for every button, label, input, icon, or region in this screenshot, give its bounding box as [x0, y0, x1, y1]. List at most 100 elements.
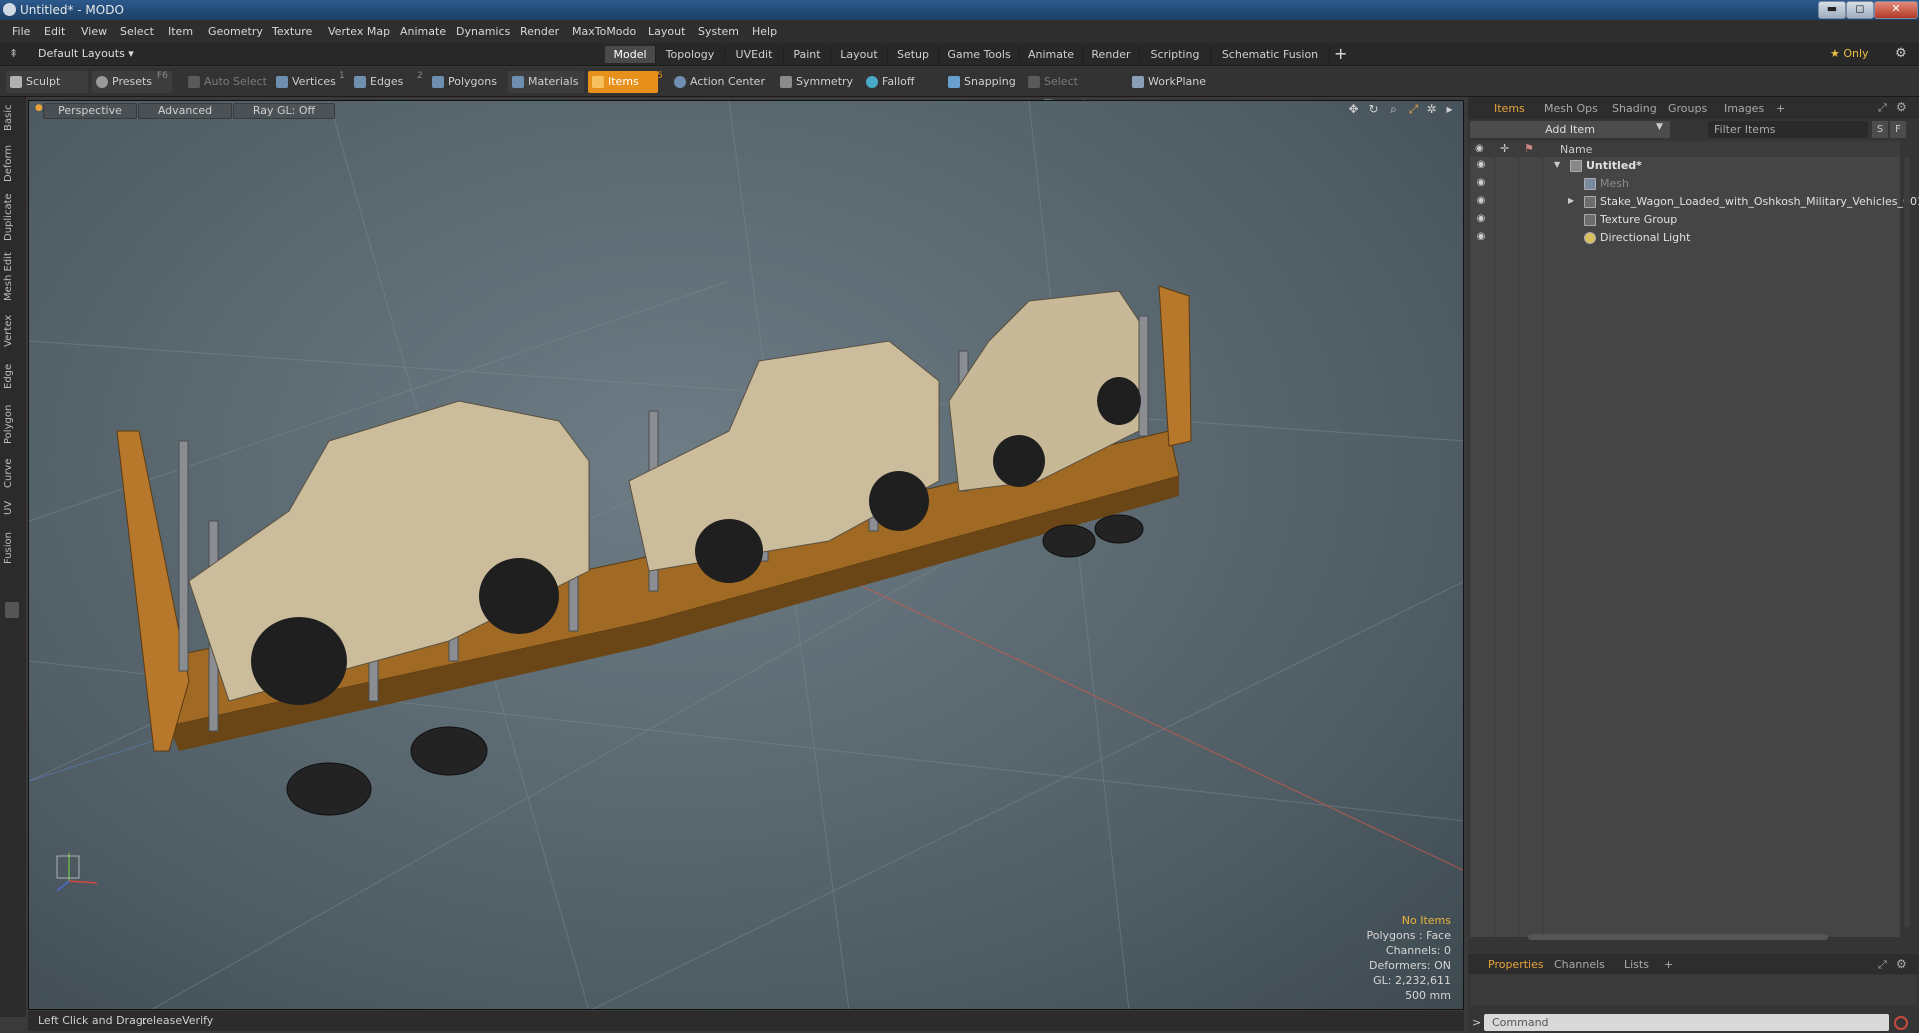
menu-select[interactable]: Select	[120, 25, 154, 38]
tab-lists[interactable]: Lists	[1624, 957, 1649, 973]
tab-topology[interactable]: Topology	[656, 46, 725, 63]
vtab-mesh-edit[interactable]: Mesh Edit	[3, 251, 21, 303]
tab-animate[interactable]: Animate	[1020, 46, 1083, 63]
filter-f-button[interactable]: F	[1890, 121, 1906, 138]
filter-s-button[interactable]: S	[1872, 121, 1888, 138]
panel-expand-icon[interactable]: ⤢	[1878, 101, 1887, 115]
layout-preset-dropdown[interactable]: Default Layouts ▾	[38, 47, 134, 60]
menu-geometry[interactable]: Geometry	[208, 25, 263, 38]
tab-scripting[interactable]: Scripting	[1140, 46, 1211, 63]
tree-row-scene[interactable]: ◉ ▼ Untitled*	[1470, 157, 1900, 175]
gear-icon[interactable]: ⚙	[1895, 46, 1907, 61]
tab-images[interactable]: Images	[1724, 101, 1764, 117]
eye-icon[interactable]: ◉	[1475, 232, 1487, 242]
visibility-column-icon[interactable]: ◉	[1475, 143, 1484, 154]
layout-pin-icon[interactable]: ⇞	[9, 47, 18, 60]
menu-help[interactable]: Help	[752, 25, 777, 38]
pan-icon[interactable]: ✥	[1347, 103, 1360, 116]
3d-viewport[interactable]: ● Perspective Advanced Ray GL: Off ✥ ↻ ⌕…	[28, 100, 1464, 1010]
menu-edit[interactable]: Edit	[44, 25, 65, 38]
vtab-fusion[interactable]: Fusion	[3, 527, 21, 569]
only-toggle[interactable]: ★ Only	[1830, 47, 1869, 60]
symmetry-button[interactable]: Symmetry	[776, 71, 853, 93]
close-button[interactable]: ✕	[1874, 1, 1918, 19]
polygons-button[interactable]: Polygons	[428, 71, 500, 93]
filter-items-input[interactable]: Filter Items	[1708, 121, 1868, 138]
menu-view[interactable]: View	[81, 25, 107, 38]
menu-dynamics[interactable]: Dynamics	[456, 25, 510, 38]
tree-row-directional-light[interactable]: ◉ Directional Light	[1470, 229, 1900, 247]
tab-model[interactable]: Model	[605, 46, 656, 63]
falloff-button[interactable]: Falloff	[862, 71, 926, 93]
sculpt-button[interactable]: Sculpt	[6, 71, 88, 93]
snapping-button[interactable]: Snapping	[944, 71, 1016, 93]
eye-icon[interactable]: ◉	[1475, 214, 1487, 224]
menu-render[interactable]: Render	[520, 25, 559, 38]
vertices-button[interactable]: Vertices	[272, 71, 340, 93]
lock-column-icon[interactable]: ✛	[1500, 142, 1509, 155]
type-column-icon[interactable]: ⚑	[1524, 142, 1534, 155]
viewport-expand-icon[interactable]: ▸	[1443, 103, 1456, 116]
eye-icon[interactable]: ◉	[1475, 178, 1487, 188]
tab-groups[interactable]: Groups	[1668, 101, 1707, 117]
auto-select-button[interactable]: Auto Select	[184, 71, 270, 93]
raygl-toggle[interactable]: Ray GL: Off	[233, 103, 335, 119]
minimize-button[interactable]: ▬	[1818, 1, 1846, 19]
menu-item[interactable]: Item	[168, 25, 193, 38]
edges-button[interactable]: Edges	[350, 71, 412, 93]
add-layout-tab-button[interactable]: +	[1334, 44, 1347, 63]
items-button[interactable]: Items	[588, 71, 658, 93]
shading-mode-button[interactable]: Advanced	[138, 103, 232, 119]
command-history-icon[interactable]	[1894, 1016, 1908, 1030]
tree-row-mesh[interactable]: ◉ Mesh	[1470, 175, 1900, 193]
action-center-button[interactable]: Action Center	[670, 71, 770, 93]
add-properties-tab-button[interactable]: +	[1664, 957, 1673, 973]
menu-animate[interactable]: Animate	[400, 25, 446, 38]
workplane-button[interactable]: WorkPlane	[1128, 71, 1208, 93]
expand-arrow-icon[interactable]: ▶	[1568, 196, 1574, 205]
tab-game-tools[interactable]: Game Tools	[939, 46, 1020, 63]
tabs-collapse-button[interactable]	[5, 602, 19, 618]
tab-schematic-fusion[interactable]: Schematic Fusion	[1211, 46, 1330, 63]
command-input[interactable]: Command	[1484, 1014, 1889, 1031]
vtab-edge[interactable]: Edge	[3, 359, 21, 393]
menu-system[interactable]: System	[698, 25, 739, 38]
maximize-button[interactable]: ◻	[1846, 1, 1874, 19]
menu-file[interactable]: File	[12, 25, 30, 38]
panel-gear-icon[interactable]: ⚙	[1896, 100, 1907, 114]
add-tab-button[interactable]: +	[1776, 101, 1785, 117]
tree-row-texture-group[interactable]: ◉ Texture Group	[1470, 211, 1900, 229]
viewport-settings-icon[interactable]: ✲	[1425, 103, 1438, 116]
tab-items[interactable]: Items	[1494, 101, 1525, 117]
select-through-button[interactable]: Select Through	[1024, 71, 1120, 110]
properties-expand-icon[interactable]: ⤢	[1878, 958, 1887, 972]
tab-render[interactable]: Render	[1083, 46, 1140, 63]
name-column-header[interactable]: Name	[1560, 143, 1592, 156]
tab-paint[interactable]: Paint	[784, 46, 831, 63]
menu-maxtomodo[interactable]: MaxToModo	[572, 25, 636, 38]
properties-gear-icon[interactable]: ⚙	[1896, 957, 1907, 971]
vtab-vertex[interactable]: Vertex	[3, 311, 21, 351]
tab-mesh-ops[interactable]: Mesh Ops	[1544, 101, 1598, 117]
viewport-menu-dot[interactable]: ●	[35, 103, 43, 113]
vtab-duplicate[interactable]: Duplicate	[3, 191, 21, 243]
materials-button[interactable]: Materials	[508, 71, 584, 93]
menu-texture[interactable]: Texture	[272, 25, 312, 38]
tab-shading[interactable]: Shading	[1612, 101, 1657, 117]
view-type-button[interactable]: Perspective	[43, 103, 137, 119]
rotate-icon[interactable]: ↻	[1367, 103, 1380, 116]
add-item-dropdown[interactable]: Add Item	[1470, 121, 1670, 138]
tree-row-stake-wagon[interactable]: ◉ ▶ Stake_Wagon_Loaded_with_Oshkosh_Mili…	[1470, 193, 1919, 211]
menu-layout[interactable]: Layout	[648, 25, 685, 38]
vtab-polygon[interactable]: Polygon	[3, 401, 21, 447]
zoom-icon[interactable]: ⌕	[1387, 103, 1400, 116]
horizontal-scrollbar[interactable]	[1528, 934, 1828, 940]
collapse-arrow-icon[interactable]: ▼	[1554, 160, 1560, 169]
vtab-uv[interactable]: UV	[3, 497, 21, 519]
eye-icon[interactable]: ◉	[1475, 196, 1487, 206]
tab-uvedit[interactable]: UVEdit	[725, 46, 784, 63]
menu-vertex-map[interactable]: Vertex Map	[328, 25, 390, 38]
vtab-basic[interactable]: Basic	[3, 101, 21, 135]
tab-properties[interactable]: Properties	[1488, 957, 1544, 973]
vertical-scrollbar[interactable]	[1904, 157, 1910, 927]
